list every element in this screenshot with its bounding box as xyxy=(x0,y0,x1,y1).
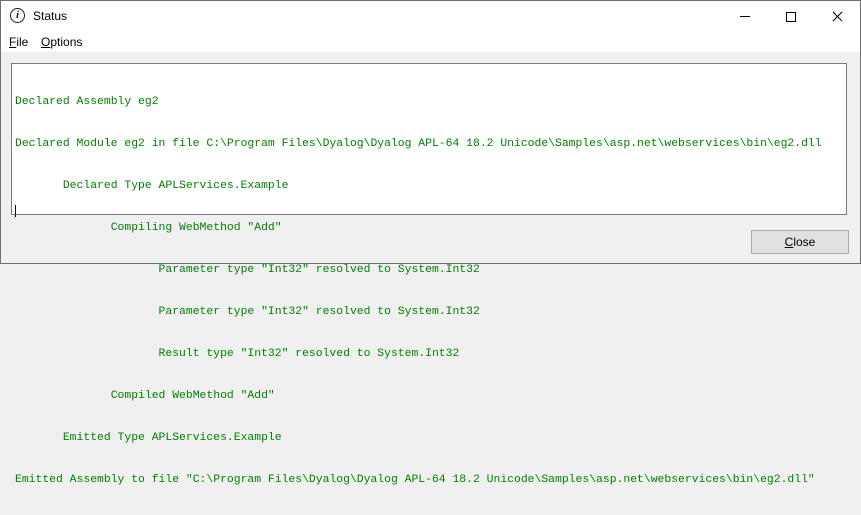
log-lines: Declared Assembly eg2 Declared Module eg… xyxy=(15,67,822,515)
close-icon xyxy=(832,11,843,22)
log-line: Declared Type APLServices.Example xyxy=(15,180,289,192)
log-line: Declared Module eg2 in file C:\Program F… xyxy=(15,138,822,150)
menu-options[interactable]: Options xyxy=(41,35,82,49)
close-button-label: lose xyxy=(793,235,816,249)
text-caret xyxy=(15,205,16,217)
window-title: Status xyxy=(33,9,68,23)
log-line: Emitted Assembly to file "C:\Program Fil… xyxy=(15,474,815,486)
menu-file-label: ile xyxy=(16,35,29,49)
window-close-button[interactable] xyxy=(814,1,860,32)
menu-options-label: ptions xyxy=(50,35,83,49)
title-bar[interactable]: i Status xyxy=(1,1,860,32)
minimize-button[interactable] xyxy=(722,1,768,32)
close-button[interactable]: Close xyxy=(751,230,849,254)
minimize-icon xyxy=(740,16,750,17)
log-line: Declared Assembly eg2 xyxy=(15,96,159,108)
log-line: Parameter type "Int32" resolved to Syste… xyxy=(15,306,480,318)
menu-file[interactable]: File xyxy=(9,35,28,49)
log-line: Result type "Int32" resolved to System.I… xyxy=(15,348,460,360)
log-line: Parameter type "Int32" resolved to Syste… xyxy=(15,264,480,276)
menu-bar: File Options xyxy=(1,32,860,52)
status-window: i Status File Options Declared Assembly … xyxy=(0,0,861,486)
menu-options-mnemonic: O xyxy=(41,35,51,49)
log-line: Compiled WebMethod "Add" xyxy=(15,390,275,402)
maximize-icon xyxy=(786,11,796,22)
status-log[interactable]: Declared Assembly eg2 Declared Module eg… xyxy=(11,63,847,486)
log-line: Emitted Type APLServices.Example xyxy=(15,432,282,444)
log-line: Compiling WebMethod "Add" xyxy=(15,222,282,234)
maximize-button[interactable] xyxy=(768,1,814,32)
info-icon: i xyxy=(10,8,25,23)
